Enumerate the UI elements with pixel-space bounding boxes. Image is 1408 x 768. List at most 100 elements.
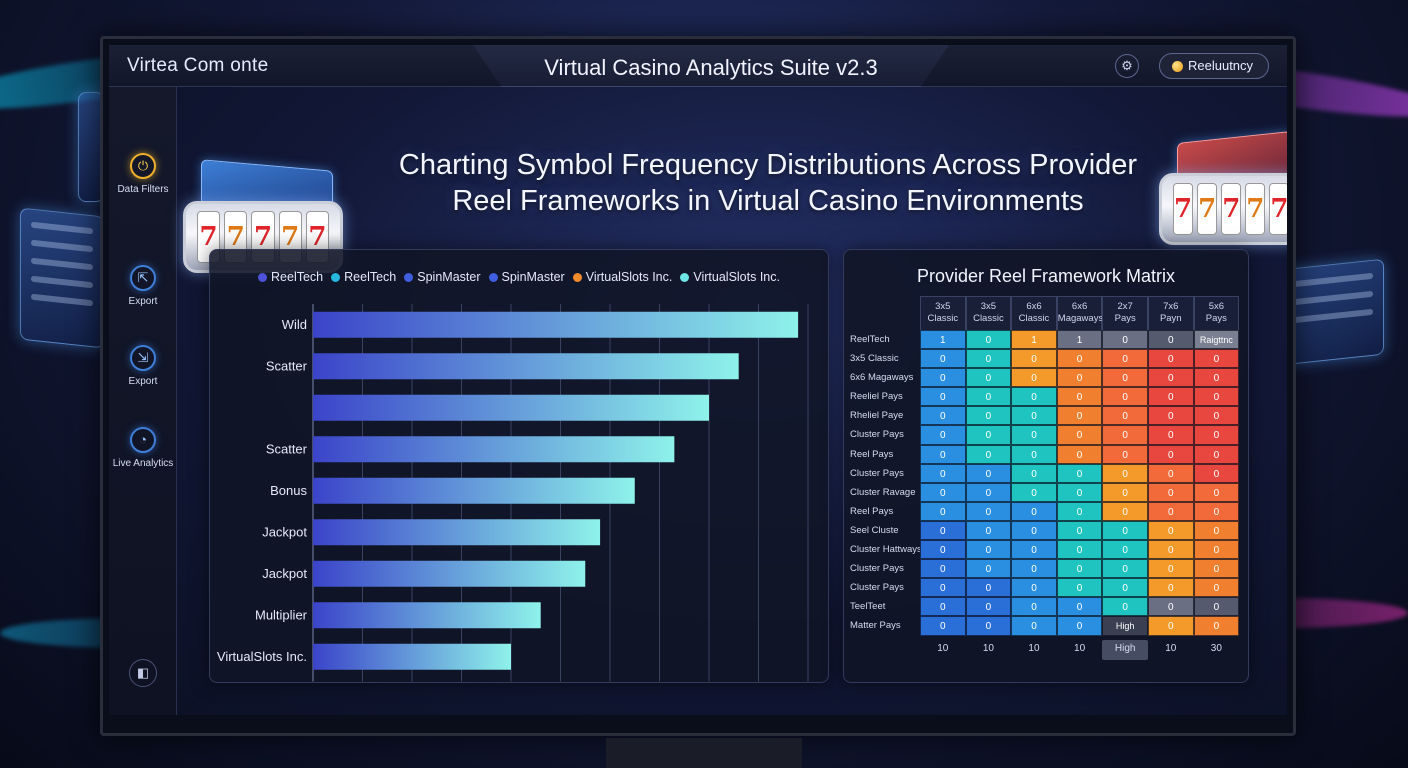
sidebar-item-data-filters[interactable]: ⏻ Data Filters <box>109 153 177 195</box>
matrix-footer-cell: 10 <box>1165 642 1177 654</box>
matrix-cell: 0 <box>1193 368 1240 388</box>
symbol-frequency-chart: 0%10%20%20%40%40%50%60%70%90%100%WildSca… <box>217 304 809 682</box>
matrix-row: ReelTech 1 0 1 1 0 0 Raigttnc <box>850 330 1240 350</box>
matrix-cell: 0 <box>920 387 966 407</box>
legend-item[interactable]: SpinMaster <box>488 270 565 284</box>
matrix-column-header: 6x6 Classic <box>1011 296 1057 330</box>
matrix-column-header-line: 7x6 <box>1163 301 1179 312</box>
matrix-cell: 1 <box>920 330 966 350</box>
bar <box>313 643 511 670</box>
bar <box>313 477 635 504</box>
framework-matrix-card: Provider Reel Framework Matrix 3x5 Classi… <box>843 249 1249 683</box>
brand-logo: Virtea Com onte <box>127 55 269 76</box>
matrix-cell: 0 <box>1102 406 1148 426</box>
legend-swatch <box>404 273 414 282</box>
legend-label: ReelTech <box>271 270 324 284</box>
matrix-cell: 0 <box>920 349 966 369</box>
matrix-row: Cluster Pays 0 0 0 0 0 0 0 <box>850 578 1240 598</box>
matrix-cell: 0 <box>1147 387 1194 407</box>
matrix-column-header: 2x7 Pays <box>1102 296 1148 330</box>
sidebar-item-label: Export <box>128 296 158 307</box>
bar <box>313 519 601 546</box>
matrix-row-label: Rheliel Paye <box>850 410 904 422</box>
currency-pill[interactable]: Reeluutncy <box>1159 53 1269 79</box>
matrix-cell: 0 <box>1011 482 1057 502</box>
matrix-cell: 0 <box>1102 444 1148 464</box>
matrix-cell: 0 <box>1102 330 1148 350</box>
matrix-row-label: Reel Pays <box>850 505 894 517</box>
legend-swatch <box>488 273 498 282</box>
collapse-sidebar-icon[interactable]: ◧ <box>129 659 157 687</box>
legend-item[interactable]: VirtualSlots Inc. <box>680 270 780 284</box>
legend-label: VirtualSlots Inc. <box>585 270 673 284</box>
matrix-row: Seel Cluste 0 0 0 0 0 0 0 <box>850 520 1240 541</box>
matrix-cell: 0 <box>1193 578 1240 598</box>
matrix-cell: 0 <box>1102 349 1148 369</box>
matrix-row: Matter Pays 0 0 0 0 High 0 0 <box>850 616 1240 636</box>
slot-reel: 7 <box>1269 183 1287 235</box>
bar <box>313 560 586 587</box>
sidebar-item-live-analytics[interactable]: ◔ Live Analytics <box>109 427 177 469</box>
y-category-label: VirtualSlots Inc. <box>217 649 307 664</box>
legend-item[interactable]: VirtualSlots Inc. <box>572 270 673 284</box>
coin-icon <box>1172 61 1183 72</box>
matrix-row-label: Cluster Pays <box>850 582 904 594</box>
monitor-stand <box>606 738 802 768</box>
matrix-cell: 0 <box>920 463 966 483</box>
matrix-cell: 0 <box>1102 387 1148 407</box>
matrix-row-label: Reeliel Pays <box>850 391 903 403</box>
framework-matrix: 3x5 Classic 3x5 Classic 6x6 Classic 6x6 Magaway… <box>850 296 1240 660</box>
bar <box>313 436 675 463</box>
matrix-cell: 0 <box>1011 368 1057 388</box>
matrix-cell: 0 <box>1056 559 1103 579</box>
matrix-cell: 0 <box>965 368 1012 388</box>
sidebar-item-export-2[interactable]: ⇲ Export <box>109 345 177 387</box>
matrix-row: Cluster Pays 0 0 0 0 0 0 0 <box>850 425 1240 445</box>
analytics-icon: ◔ <box>130 427 156 453</box>
matrix-row-label: Cluster Pays <box>850 467 904 479</box>
legend-item[interactable]: ReelTech <box>331 270 396 284</box>
top-bar: Virtea Com onte Virtual Casino Analytics… <box>109 45 1287 87</box>
matrix-cell: 0 <box>920 520 966 541</box>
matrix-footer-spacer <box>850 640 920 660</box>
matrix-cell: 0 <box>1193 406 1240 426</box>
export-icon: ⇲ <box>130 345 156 371</box>
floating-player-card <box>20 207 104 349</box>
matrix-cell: 0 <box>965 330 1012 350</box>
legend-label: SpinMaster <box>417 270 481 284</box>
matrix-cell: 1 <box>1011 330 1057 350</box>
matrix-row-label: Cluster Hattways <box>850 544 920 556</box>
matrix-cell: 0 <box>1056 540 1103 560</box>
settings-icon[interactable]: ⚙ <box>1115 54 1139 78</box>
matrix-cell: 0 <box>1147 616 1194 636</box>
sidebar-item-export[interactable]: ⇱ Export <box>109 265 177 307</box>
matrix-cell: 0 <box>1147 349 1194 369</box>
matrix-cell: 0 <box>1011 349 1057 369</box>
matrix-row: Cluster Hattways 0 0 0 0 0 0 0 <box>850 540 1240 560</box>
matrix-column-header-line: Classic <box>1018 313 1050 324</box>
matrix-row: Reeliel Pays 0 0 0 0 0 0 0 <box>850 387 1240 407</box>
bar <box>313 311 799 338</box>
matrix-cell: 0 <box>1147 501 1194 521</box>
matrix-cell: 0 <box>1102 540 1148 560</box>
matrix-cell: 0 <box>1193 597 1240 617</box>
matrix-cell: 0 <box>920 482 966 502</box>
matrix-cell: 0 <box>1147 368 1194 388</box>
matrix-corner <box>850 296 920 330</box>
legend-item[interactable]: SpinMaster <box>404 270 481 284</box>
matrix-cell: 0 <box>1193 387 1240 407</box>
sidebar-item-label: Data Filters <box>117 184 169 195</box>
matrix-footer-cell: 10 <box>937 642 949 654</box>
matrix-row-label: TeelTeet <box>850 601 886 613</box>
matrix-cell: 0 <box>1102 368 1148 388</box>
legend-item[interactable]: ReelTech <box>258 270 323 284</box>
matrix-cell: 0 <box>1011 463 1057 483</box>
matrix-cell: 0 <box>965 444 1012 464</box>
matrix-cell: 0 <box>1147 559 1194 579</box>
matrix-cell: 0 <box>965 406 1012 426</box>
matrix-cell: 0 <box>1011 540 1057 560</box>
matrix-column-header-line: Magaways <box>1057 313 1104 324</box>
matrix-cell: 0 <box>965 616 1012 636</box>
legend-swatch <box>680 273 690 282</box>
sidebar-item-label: Export <box>128 376 158 387</box>
